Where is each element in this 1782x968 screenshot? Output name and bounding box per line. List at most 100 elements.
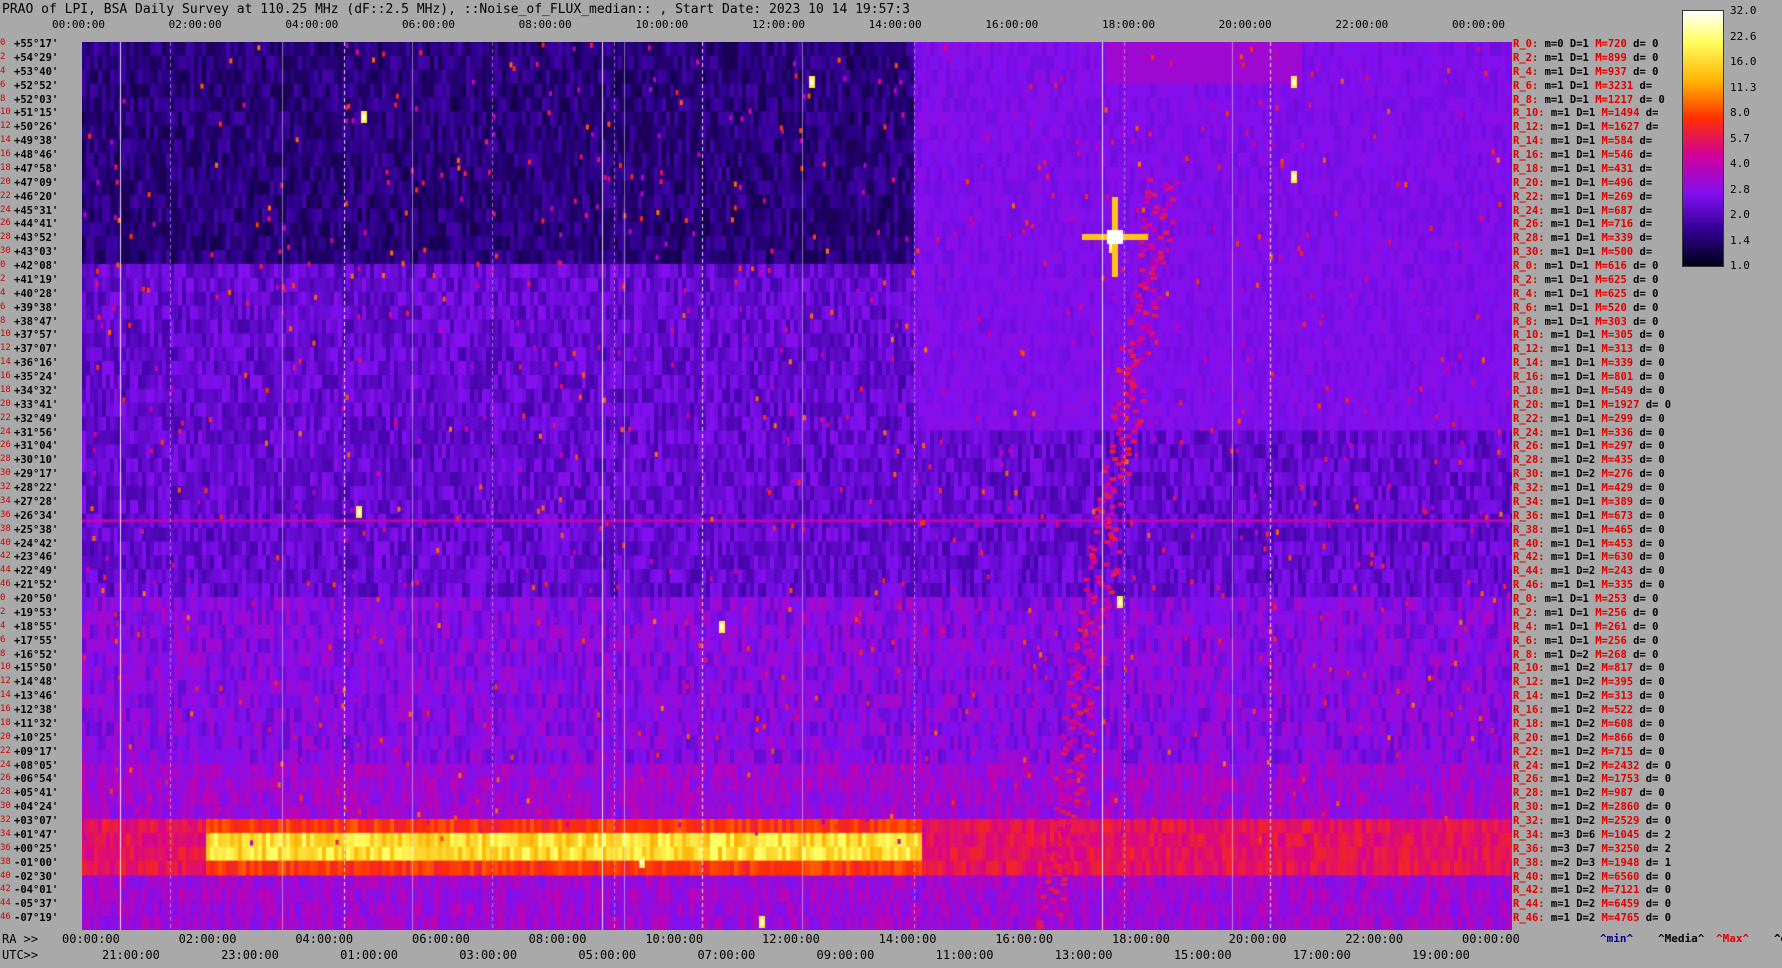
beam-index-label: 20	[0, 731, 11, 742]
declination-label: -05°37'	[14, 898, 59, 911]
declination-label: +31°04'	[14, 440, 59, 453]
ra-tick-label: 14:00:00	[878, 932, 937, 946]
row-stat-field: R_10:	[1513, 662, 1545, 675]
row-stat-field: m=1	[1544, 898, 1570, 911]
row-stat-field: R_12:	[1513, 121, 1545, 134]
row-stat-field: R_0:	[1513, 260, 1539, 272]
declination-label: +08°05'	[14, 759, 59, 772]
row-stat-field: d= 0	[1633, 509, 1665, 522]
row-stat-field: m=1	[1544, 371, 1570, 383]
row-stat-field: d= 0	[1633, 676, 1665, 689]
declination-label: +05°41'	[14, 787, 59, 800]
row-stat-field: M=453	[1595, 537, 1634, 550]
row-stat-field: M=817	[1595, 662, 1634, 675]
row-stat: R_16: m=1 D=1 M=546 d=	[1513, 149, 1652, 161]
row-stat-field: m=1	[1544, 176, 1570, 189]
beam-index-label: 18	[0, 717, 11, 728]
row-stat-field: d= 0	[1633, 495, 1665, 508]
row-stat-field: M=987	[1595, 787, 1634, 800]
row-stat-field: m=1	[1544, 801, 1570, 814]
row-stat-field: M=549	[1595, 384, 1634, 397]
row-stat: R_46: m=1 D=1 M=335 d= 0	[1513, 579, 1665, 591]
utc-tick-label: 11:00:00	[935, 948, 994, 962]
beam-index-label: 10	[0, 329, 11, 340]
utc-tick-label: 13:00:00	[1054, 948, 1113, 962]
declination-label: +38°47'	[14, 315, 59, 328]
declination-label: -02°30'	[14, 870, 59, 883]
top-tick-label: 14:00:00	[868, 18, 922, 31]
row-stat-field: R_4:	[1513, 620, 1539, 633]
ra-tick-label: 18:00:00	[1112, 932, 1170, 946]
row-stat-field: R_20:	[1513, 731, 1545, 744]
beam-index-label: 38	[0, 856, 11, 867]
row-stat-field: D=1	[1569, 384, 1596, 397]
row-stat-field: d= 0	[1626, 38, 1659, 50]
row-stat-field: D=1	[1569, 398, 1596, 411]
top-tick-label: 12:00:00	[752, 18, 805, 31]
row-stat-field: M=395	[1595, 676, 1634, 689]
beam-index-label: 8	[0, 93, 6, 104]
row-stat-field: M=2529	[1595, 815, 1640, 827]
beam-index-label: 36	[0, 842, 11, 853]
row-stat: R_28: m=1 D=1 M=339 d=	[1513, 232, 1652, 244]
beam-index-label: 32	[0, 815, 11, 825]
beam-index-label: 28	[0, 454, 11, 465]
beam-index-label: 16	[0, 704, 11, 714]
top-tick-label: 06:00:00	[402, 18, 455, 31]
row-stat-field: M=3231	[1588, 79, 1634, 92]
declination-label: +45°31'	[14, 204, 59, 217]
row-stat-field: m=1	[1544, 523, 1570, 536]
row-stat: R_30: m=1 D=2 M=2860 d= 0	[1513, 801, 1671, 813]
top-tick-label: 18:00:00	[1102, 18, 1155, 31]
beam-index-label: 20	[0, 398, 11, 409]
row-stat-field: M=261	[1588, 620, 1627, 633]
declination-label: +32°49'	[14, 412, 59, 425]
declination-label: +41°19'	[14, 273, 59, 286]
row-stat-field: M=297	[1595, 440, 1634, 453]
row-stat-field: m=1	[1544, 121, 1570, 134]
row-stat-field: d=	[1633, 232, 1653, 245]
row-stat-field: D=2	[1569, 801, 1596, 814]
row-stat-field: m=3	[1544, 828, 1570, 841]
row-stat-field: M=720	[1588, 38, 1627, 50]
colorbar-tick-label: 5.7	[1730, 131, 1750, 145]
declination-label: +54°29'	[14, 51, 59, 64]
row-stat-field: M=3250	[1595, 842, 1640, 855]
row-stat-field: R_2:	[1513, 606, 1539, 619]
row-stat-field: R_14:	[1513, 135, 1545, 148]
row-stat-field: d= 0	[1626, 593, 1659, 605]
colorbar	[1682, 10, 1724, 267]
row-stat-field: R_42:	[1513, 551, 1545, 564]
row-stat-field: M=335	[1595, 579, 1634, 592]
beam-index-label: 24	[0, 759, 11, 770]
row-stat-field: D=1	[1563, 38, 1589, 50]
row-stat: R_6: m=1 D=1 M=3231 d=	[1513, 80, 1652, 92]
row-stat: R_12: m=1 D=1 M=313 d= 0	[1513, 343, 1665, 355]
colorbar-tick-label: 22.6	[1730, 29, 1757, 43]
declination-label: +30°10'	[14, 454, 59, 467]
ra-tick-label: 04:00:00	[295, 932, 354, 946]
row-stat-field: M=546	[1595, 149, 1634, 161]
row-stat-field: d= 0	[1626, 648, 1659, 661]
row-stat-field: D=1	[1569, 149, 1596, 161]
row-stat-field: R_42:	[1513, 884, 1545, 897]
colorbar-tick-label: 16.0	[1730, 55, 1757, 68]
declination-label: +24°42'	[14, 537, 59, 550]
ra-axis-prefix: RA >>	[2, 932, 39, 946]
heatmap-plot	[82, 42, 1512, 930]
row-stat-field: d= 0	[1633, 579, 1665, 592]
row-stat-field: m=1	[1544, 676, 1570, 689]
colorbar-tick-label: 11.3	[1730, 80, 1757, 94]
row-stat-field: D=2	[1569, 565, 1596, 578]
row-stat-field: M=937	[1588, 65, 1627, 78]
beam-index-label: 4	[0, 287, 6, 298]
row-stat-field: R_6:	[1513, 79, 1539, 92]
beam-index-label: 0	[0, 38, 6, 48]
row-stat-field: R_44:	[1513, 898, 1545, 911]
row-stat-field: d= 0	[1633, 329, 1665, 342]
row-stat-field: D=1	[1569, 495, 1596, 508]
row-stat-field: R_30:	[1513, 468, 1545, 481]
row-stat-field: d=	[1633, 176, 1653, 189]
row-stat-field: M=431	[1595, 162, 1634, 175]
top-tick-label: 10:00:00	[635, 18, 689, 31]
